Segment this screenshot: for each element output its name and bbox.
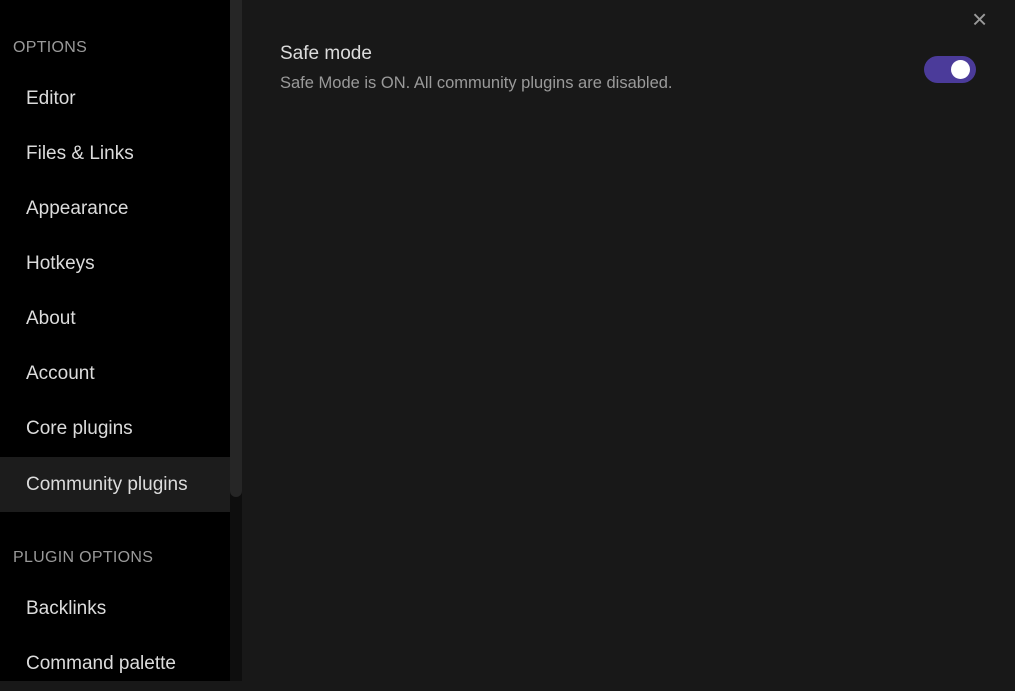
options-heading: OPTIONS [13, 39, 87, 57]
toggle-knob [951, 60, 970, 79]
sidebar-item-files-links[interactable]: Files & Links [0, 126, 230, 181]
sidebar-item-appearance[interactable]: Appearance [0, 181, 230, 236]
plugin-options-heading: PLUGIN OPTIONS [13, 549, 153, 567]
settings-sidebar: OPTIONS Editor Files & Links Appearance … [0, 0, 230, 681]
sidebar-item-command-palette[interactable]: Command palette [0, 636, 230, 691]
close-icon[interactable]: × [972, 6, 987, 32]
settings-content [242, 0, 1015, 681]
safe-mode-description: Safe Mode is ON. All community plugins a… [280, 74, 673, 93]
sidebar-item-editor[interactable]: Editor [0, 71, 230, 126]
sidebar-item-backlinks[interactable]: Backlinks [0, 581, 230, 636]
sidebar-item-account[interactable]: Account [0, 346, 230, 401]
safe-mode-title: Safe mode [280, 43, 372, 65]
sidebar-item-about[interactable]: About [0, 291, 230, 346]
sidebar-scrollbar-thumb[interactable] [230, 0, 242, 497]
sidebar-item-hotkeys[interactable]: Hotkeys [0, 236, 230, 291]
sidebar-item-core-plugins[interactable]: Core plugins [0, 401, 230, 456]
safe-mode-toggle[interactable] [924, 56, 976, 83]
sidebar-item-community-plugins[interactable]: Community plugins [0, 457, 230, 512]
